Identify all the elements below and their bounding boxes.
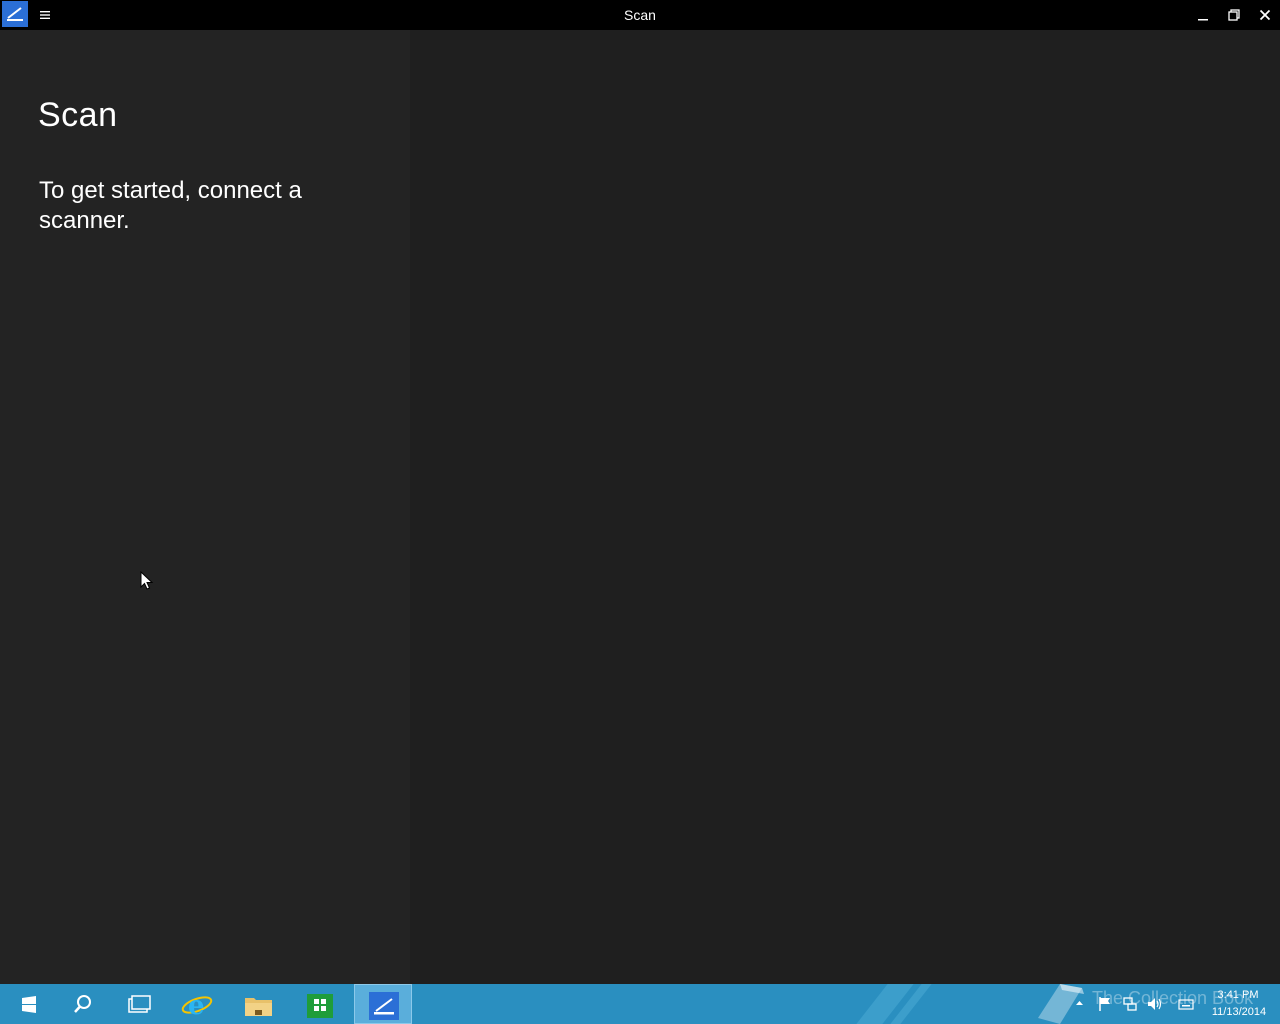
clock-date[interactable]: 11/13/2014 <box>1204 1006 1274 1018</box>
show-hidden-icons-icon[interactable] <box>1075 1000 1084 1006</box>
connect-scanner-message: To get started, connect a scanner. <box>39 177 302 234</box>
page-title: Scan <box>38 96 118 134</box>
task-view-button[interactable] <box>112 984 168 1024</box>
internet-explorer-icon: e <box>181 991 213 1020</box>
left-pane: Scan To get started, connect a scanner. <box>0 30 410 984</box>
mouse-cursor-icon <box>140 571 154 590</box>
keyboard-input-icon[interactable] <box>1178 996 1194 1012</box>
restore-icon <box>1228 9 1240 21</box>
scanner-icon <box>369 992 399 1020</box>
minimize-icon <box>1198 19 1208 21</box>
search-button[interactable] <box>56 984 112 1024</box>
taskbar: e The Collection Book 3:41 PM 11/13/2014 <box>0 984 1280 1024</box>
task-view-icon <box>128 995 151 1013</box>
windows-logo-icon <box>22 996 36 1013</box>
svg-text:e: e <box>188 991 205 1020</box>
internet-explorer-button[interactable]: e <box>168 984 224 1024</box>
network-icon[interactable] <box>1122 996 1138 1012</box>
scan-taskbar-button[interactable] <box>354 984 412 1024</box>
start-button[interactable] <box>0 984 56 1024</box>
file-explorer-button[interactable] <box>230 984 286 1024</box>
volume-icon[interactable] <box>1146 996 1164 1012</box>
action-center-flag-icon[interactable] <box>1098 996 1112 1012</box>
close-button[interactable] <box>1249 0 1280 30</box>
clock-time[interactable]: 3:41 PM <box>1206 989 1270 1001</box>
store-icon <box>307 994 333 1018</box>
restore-button[interactable] <box>1218 0 1250 30</box>
minimize-button[interactable] <box>1187 0 1219 30</box>
search-icon <box>74 995 91 1013</box>
folder-icon <box>245 998 272 1016</box>
title-bar: Scan <box>0 0 1280 30</box>
store-button[interactable] <box>292 984 348 1024</box>
preview-pane <box>410 30 1280 984</box>
close-icon <box>1259 9 1271 21</box>
window-title: Scan <box>624 7 656 23</box>
